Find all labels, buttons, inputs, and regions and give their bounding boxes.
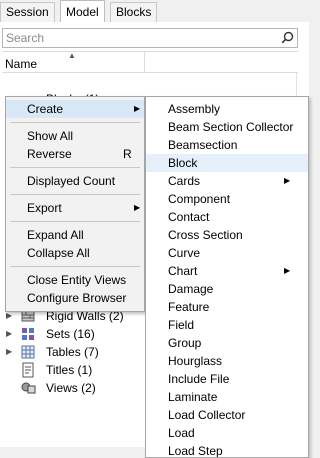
tab-blocks-label: Blocks [116,5,152,19]
tree-row-label: Titles (1) [46,363,93,377]
tree-row-label: Views (2) [46,381,96,395]
tree-row-label: Tables (7) [46,345,99,359]
menu-item-label: Export [27,201,62,215]
submenu-item-label: Cross Section [168,228,243,242]
column-name[interactable]: Name [5,57,37,71]
submenu-item-label: Component [168,192,231,206]
column-header[interactable]: ▲ Name [2,51,298,73]
menu-item-label: Close Entity Views [27,273,127,287]
submenu-item-block[interactable]: Block [146,154,308,172]
tab-session[interactable]: Session [0,2,55,22]
submenu-item-label: Block [168,156,198,170]
submenu-item-beam-section-collector[interactable]: Beam Section Collector [146,118,308,136]
submenu-item-label: Cards [168,174,201,188]
expand-arrow-icon[interactable]: ▶ [6,325,12,343]
views-icon [21,382,36,394]
submenu-item-label: Include File [168,372,230,386]
menu-item-export[interactable]: Export ▶ [6,199,144,217]
menu-item-label: Create [27,102,64,116]
menu-item-label: Collapse All [27,246,90,260]
menu-item-label: Reverse [27,147,72,161]
tab-bar: Session Model Blocks [0,0,309,23]
column-divider[interactable] [144,52,145,72]
menu-separator [10,122,140,123]
tab-model-label: Model [66,5,99,19]
menu-item-close-entity-views[interactable]: Close Entity Views [6,271,144,289]
submenu-item-label: Field [168,318,195,332]
submenu-item-load-step[interactable]: Load Step [146,442,308,458]
sets-icon [22,328,34,340]
submenu-item-chart[interactable]: Chart ▶ [146,262,308,280]
submenu-item-field[interactable]: Field [146,316,308,334]
submenu-item-component[interactable]: Component [146,190,308,208]
submenu-item-label: Hourglass [168,354,223,368]
menu-separator [10,221,140,222]
submenu-item-group[interactable]: Group [146,334,308,352]
submenu-item-label: Curve [168,246,201,260]
menu-item-displayed-count[interactable]: Displayed Count [6,172,144,190]
tab-model[interactable]: Model [60,0,105,23]
submenu-item-label: Chart [168,264,198,278]
submenu-item-laminate[interactable]: Laminate [146,388,308,406]
menu-item-label: Show All [27,129,74,143]
submenu-item-label: Load Collector [168,408,246,422]
shortcut-label: R [123,147,132,161]
submenu-item-load[interactable]: Load [146,424,308,442]
submenu-item-curve[interactable]: Curve [146,244,308,262]
sort-ascending-icon[interactable]: ▲ [68,51,76,60]
submenu-item-label: Load Step [168,444,223,458]
menu-separator [10,194,140,195]
menu-item-reverse[interactable]: Reverse R [6,145,144,163]
submenu-arrow-icon: ▶ [284,266,291,275]
search-icon[interactable] [281,31,294,44]
submenu-item-beamsection[interactable]: Beamsection [146,136,308,154]
expand-arrow-icon[interactable]: ▶ [6,343,12,361]
submenu-arrow-icon: ▶ [134,104,141,113]
menu-separator [10,266,140,267]
menu-item-create[interactable]: Create ▶ [6,100,144,118]
submenu-item-damage[interactable]: Damage [146,280,308,298]
tab-session-label: Session [6,5,49,19]
context-menu: Create ▶ Show All Reverse R Displayed Co… [5,96,145,312]
menu-item-collapse-all[interactable]: Collapse All [6,244,144,262]
submenu-item-label: Group [168,336,202,350]
submenu-item-assembly[interactable]: Assembly [146,100,308,118]
menu-item-configure-browser[interactable]: Configure Browser [6,289,144,307]
menu-item-expand-all[interactable]: Expand All [6,226,144,244]
submenu-item-label: Assembly [168,102,221,116]
submenu-item-cross-section[interactable]: Cross Section [146,226,308,244]
submenu-arrow-icon: ▶ [284,176,291,185]
submenu-item-label: Load [168,426,195,440]
search-placeholder: Search [6,31,45,45]
tree-row-label: Sets (16) [46,327,95,341]
submenu-item-label: Beamsection [168,138,238,152]
table-icon [21,345,35,359]
submenu-item-label: Damage [168,282,214,296]
submenu-item-hourglass[interactable]: Hourglass [146,352,308,370]
search-input[interactable]: Search [2,28,298,48]
submenu-arrow-icon: ▶ [134,203,141,212]
submenu-item-feature[interactable]: Feature [146,298,308,316]
menu-item-label: Displayed Count [27,174,116,188]
submenu-item-label: Contact [168,210,210,224]
menu-item-label: Configure Browser [27,291,127,305]
submenu-item-label: Feature [168,300,210,314]
submenu-item-label: Beam Section Collector [168,120,294,134]
tab-blocks[interactable]: Blocks [110,2,158,22]
create-submenu: Assembly Beam Section Collector Beamsect… [145,96,309,458]
title-icon [22,362,34,378]
submenu-item-contact[interactable]: Contact [146,208,308,226]
menu-item-show-all[interactable]: Show All [6,127,144,145]
menu-item-label: Expand All [27,228,84,242]
submenu-item-load-collector[interactable]: Load Collector [146,406,308,424]
submenu-item-cards[interactable]: Cards ▶ [146,172,308,190]
submenu-item-include-file[interactable]: Include File [146,370,308,388]
submenu-item-label: Laminate [168,390,218,404]
menu-separator [10,167,140,168]
